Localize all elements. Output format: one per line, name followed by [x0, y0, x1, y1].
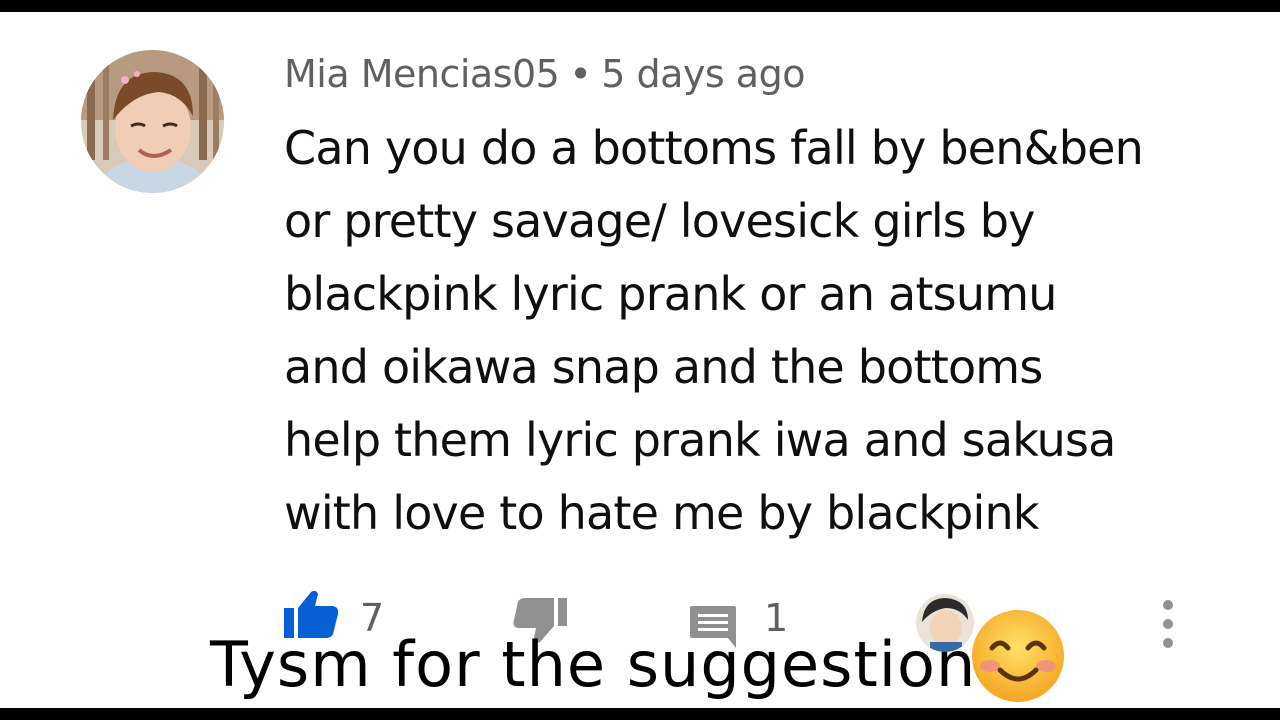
comment-line: or pretty savage/ lovesick girls by [284, 194, 1035, 248]
comment-line: blackpink lyric prank or an atsumu [284, 267, 1057, 321]
more-options-button[interactable] [1154, 598, 1182, 652]
author-avatar[interactable] [81, 50, 224, 193]
letterbox-bottom [0, 708, 1280, 720]
video-caption: Tysm for the suggestion [210, 628, 977, 701]
comment-line: and oikawa snap and the bottoms [284, 340, 1043, 394]
comment-line: help them lyric prank iwa and sakusa [284, 413, 1116, 467]
comment-header: Mia Mencias05 • 5 days ago [284, 52, 805, 96]
more-vertical-icon [1163, 600, 1173, 648]
comment-timestamp[interactable]: 5 days ago [601, 52, 805, 96]
video-frame: Mia Mencias05 • 5 days ago Can you do a bo… [0, 0, 1280, 720]
author-name[interactable]: Mia Mencias05 [284, 52, 560, 96]
comment-line: Can you do a bottoms fall by ben&ben [284, 121, 1144, 175]
comment-body: Can you do a bottoms fall by ben&ben or … [284, 112, 1184, 550]
letterbox-top [0, 0, 1280, 12]
smiling-face-emoji-icon [968, 608, 1068, 704]
header-separator: • [569, 52, 592, 96]
comment-line: with love to hate me by blackpink [284, 486, 1039, 540]
